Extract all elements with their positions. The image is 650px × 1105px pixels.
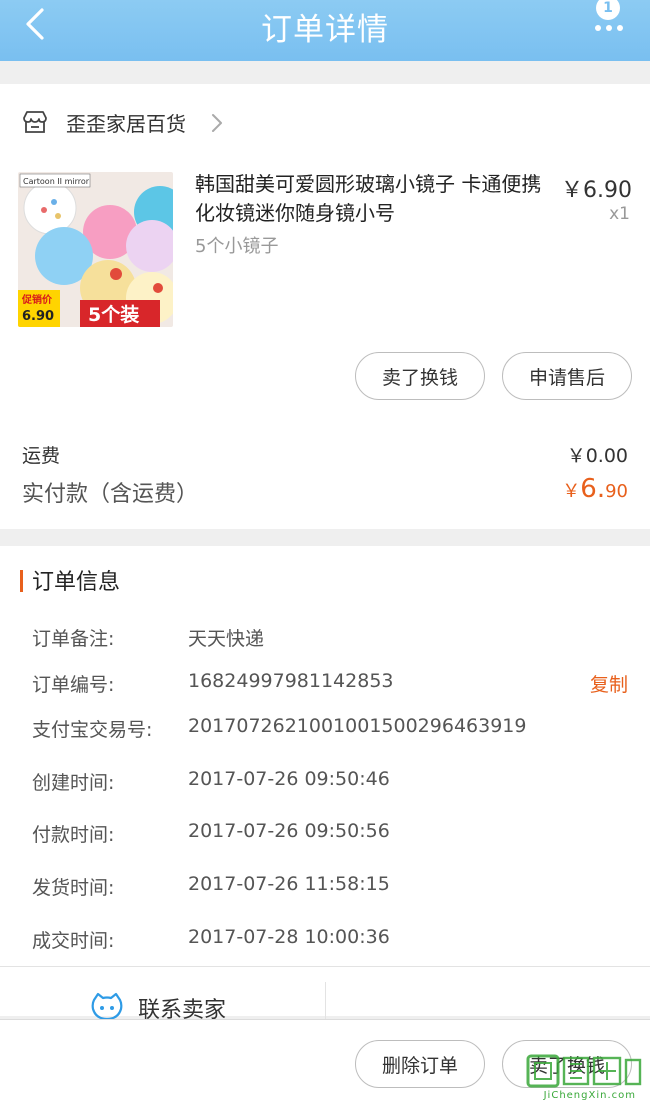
thumb-promo-price: 6.90	[22, 309, 54, 324]
divider	[0, 966, 650, 967]
shipping-fee-value: ￥0.00	[566, 445, 628, 467]
info-value-shipped-time: 2017-07-26 11:58:15	[188, 873, 390, 895]
thumb-pack-label: 5个装	[88, 303, 139, 326]
info-value-completed-time: 2017-07-28 10:00:36	[188, 926, 390, 948]
info-label-alipay-trade-no: 支付宝交易号:	[32, 719, 153, 741]
product-title[interactable]: 韩国甜美可爱圆形玻璃小镜子 卡通便携化妆镜迷你随身镜小号	[195, 170, 550, 228]
info-label-order-number: 订单编号:	[32, 674, 115, 696]
watermark-url: JiChengXin.com	[543, 1090, 636, 1101]
order-info-title: 订单信息	[32, 570, 121, 595]
thumb-promo-label: 促销价	[21, 293, 53, 306]
info-value-order-number: 16824997981142853	[188, 670, 394, 692]
amount-paid-currency: ￥	[562, 481, 581, 502]
copy-order-number-button[interactable]: 复制	[590, 670, 628, 697]
product-quantity: x1	[609, 204, 630, 224]
info-label-created-time: 创建时间:	[32, 772, 115, 794]
page-title: 订单详情	[261, 12, 389, 48]
chat-icon[interactable]	[90, 992, 124, 1020]
section-accent-bar	[20, 570, 23, 592]
delete-order-button[interactable]: 删除订单	[355, 1040, 485, 1088]
product-thumbnail[interactable]: Cartoon II mirror 促销价 6.90 5个装	[18, 172, 173, 327]
amount-paid-decimal: 90	[605, 481, 628, 502]
info-value-remark: 天天快递	[188, 628, 265, 650]
product-variant: 5个小镜子	[195, 236, 279, 257]
amount-paid-integer: 6.	[580, 474, 606, 504]
info-label-paid-time: 付款时间:	[32, 824, 115, 846]
chevron-right-icon	[212, 114, 222, 132]
shop-row[interactable]: 歪歪家居百货	[0, 84, 650, 160]
info-value-created-time: 2017-07-26 09:50:46	[188, 768, 390, 790]
info-label-shipped-time: 发货时间:	[32, 877, 115, 899]
info-value-paid-time: 2017-07-26 09:50:56	[188, 820, 390, 842]
info-value-alipay-trade-no: 2017072621001001500296463919	[188, 715, 527, 737]
product-price: ￥6.90	[561, 178, 632, 203]
store-icon	[23, 111, 47, 133]
amount-paid-label: 实付款（含运费）	[22, 482, 199, 507]
sell-for-cash-button[interactable]: 卖了换钱	[355, 352, 485, 400]
order-info-card: 订单信息 订单备注: 天天快递 订单编号: 16824997981142853 …	[0, 546, 650, 1023]
order-card: 歪歪家居百货 Cartoon II mirror 促销价 6.90 5个装 韩国…	[0, 84, 650, 529]
vertical-divider	[325, 982, 326, 1022]
request-aftersale-button[interactable]: 申请售后	[502, 352, 632, 400]
more-menu-button[interactable]: 1	[592, 0, 632, 42]
info-label-remark: 订单备注:	[32, 628, 115, 650]
shipping-fee-label: 运费	[22, 445, 61, 467]
shop-name: 歪歪家居百货	[66, 112, 186, 136]
info-label-completed-time: 成交时间:	[32, 930, 115, 952]
amount-paid-value: ￥6.90	[562, 474, 628, 504]
thumb-caption: Cartoon II mirror	[23, 177, 90, 186]
nav-bar: 订单详情 1	[0, 0, 650, 61]
